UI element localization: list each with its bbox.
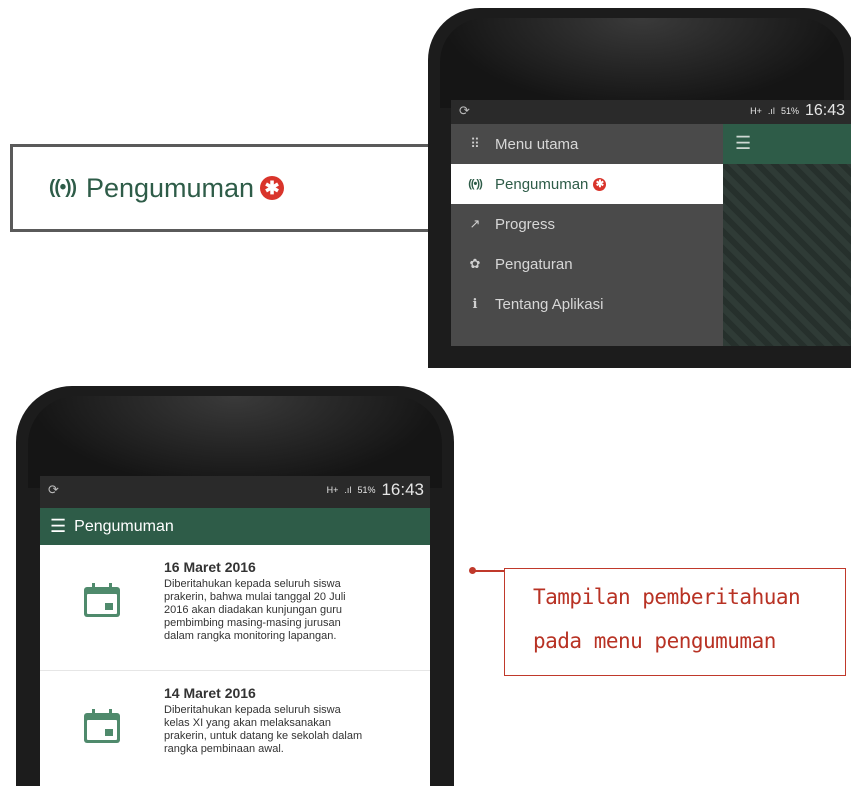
network-icon: H+ <box>326 485 339 495</box>
broadcast-icon: ((•)) <box>468 178 483 190</box>
announcement-text: 14 Maret 2016 Diberitahukan kepada selur… <box>164 685 420 786</box>
drawer-item-label: Progress <box>495 215 556 233</box>
calendar-icon-wrap <box>40 559 164 670</box>
drawer-item-menu-utama[interactable]: ⠿ Menu utama <box>451 124 723 164</box>
page-title: Pengumuman <box>74 517 174 535</box>
grid-icon: ⠿ <box>470 136 480 151</box>
caption-box: Tampilan pemberitahuan pada menu pengumu… <box>504 568 846 676</box>
callout-content: ((•)) Pengumuman ✱ <box>49 147 285 229</box>
phone-bezel <box>440 18 844 108</box>
drawer-item-label: Tentang Aplikasi <box>495 295 604 313</box>
caption-line-1: Tampilan pemberitahuan <box>533 585 801 609</box>
caption-connector-line <box>475 570 505 572</box>
app-bar: ☰ <box>723 124 851 164</box>
announcement-body: Diberitahukan kepada seluruh siswa kelas… <box>164 704 363 755</box>
trend-icon: ↗ <box>469 216 481 231</box>
drawer-item-progress[interactable]: ↗ Progress <box>451 204 723 244</box>
nav-drawer: ⠿ Menu utama ((•)) Pengumuman ✱ ↗ Progre… <box>451 124 723 346</box>
app-bar: ☰ Pengumuman <box>40 508 430 545</box>
announcement-list: 16 Maret 2016 Diberitahukan kepada selur… <box>40 545 430 786</box>
clock: 16:43 <box>804 102 845 119</box>
network-icon: H+ <box>750 106 762 116</box>
announcement-screen: ⟳ H+ .ıl 51% 16:43 ☰ Pengumuman 16 Maret… <box>40 476 430 786</box>
calendar-icon <box>84 709 120 743</box>
drawer-item-label: Pengumuman <box>495 175 589 193</box>
sync-icon: ⟳ <box>459 103 470 118</box>
drawer-item-label: Pengaturan <box>495 255 573 273</box>
info-icon: i <box>472 296 478 312</box>
drawer-item-label: Menu utama <box>495 135 579 153</box>
calendar-icon <box>84 583 120 617</box>
drawer-item-tentang-aplikasi[interactable]: i Tentang Aplikasi <box>451 284 723 324</box>
badge-icon: ✱ <box>260 176 285 200</box>
announcement-text: 16 Maret 2016 Diberitahukan kepada selur… <box>164 559 420 670</box>
caption-line-2: pada menu pengumuman <box>533 629 776 653</box>
phone-drawer-view: ⟳ H+ .ıl 51% 16:43 ⠿ Menu utama ((•)) Pe… <box>428 8 851 368</box>
callout-label: Pengumuman <box>85 172 255 203</box>
announcement-date: 16 Maret 2016 <box>164 559 256 575</box>
gear-icon: ✿ <box>469 256 481 271</box>
phone-announcement-view: ⟳ H+ .ıl 51% 16:43 ☰ Pengumuman 16 Maret… <box>16 386 454 786</box>
callout-box: ((•)) Pengumuman ✱ <box>10 144 442 232</box>
content-behind-drawer: ☰ <box>723 124 851 346</box>
announcement-body: Diberitahukan kepada seluruh siswa prake… <box>164 578 346 642</box>
battery-level: 51% <box>357 485 376 495</box>
signal-icon: .ıl <box>767 106 775 116</box>
battery-level: 51% <box>780 106 799 116</box>
signal-icon: .ıl <box>344 485 352 495</box>
menu-icon[interactable]: ☰ <box>735 133 751 154</box>
status-bar: ⟳ H+ .ıl 51% 16:43 <box>451 100 851 124</box>
sync-icon: ⟳ <box>48 482 59 497</box>
list-item[interactable]: 14 Maret 2016 Diberitahukan kepada selur… <box>40 671 430 786</box>
broadcast-icon: ((•)) <box>49 177 77 198</box>
clock: 16:43 <box>381 480 424 499</box>
phone-bezel <box>28 396 442 488</box>
list-item[interactable]: 16 Maret 2016 Diberitahukan kepada selur… <box>40 545 430 671</box>
status-right: H+ .ıl 51% 16:43 <box>327 480 424 500</box>
drawer-screen: ⟳ H+ .ıl 51% 16:43 ⠿ Menu utama ((•)) Pe… <box>451 100 851 346</box>
announcement-date: 14 Maret 2016 <box>164 685 256 701</box>
badge-icon: ✱ <box>593 177 607 191</box>
menu-icon[interactable]: ☰ <box>50 516 66 537</box>
status-right: H+ .ıl 51% 16:43 <box>750 102 845 120</box>
status-bar: ⟳ H+ .ıl 51% 16:43 <box>40 476 430 508</box>
calendar-icon-wrap <box>40 685 164 786</box>
drawer-item-pengumuman[interactable]: ((•)) Pengumuman ✱ <box>451 164 723 204</box>
drawer-item-pengaturan[interactable]: ✿ Pengaturan <box>451 244 723 284</box>
